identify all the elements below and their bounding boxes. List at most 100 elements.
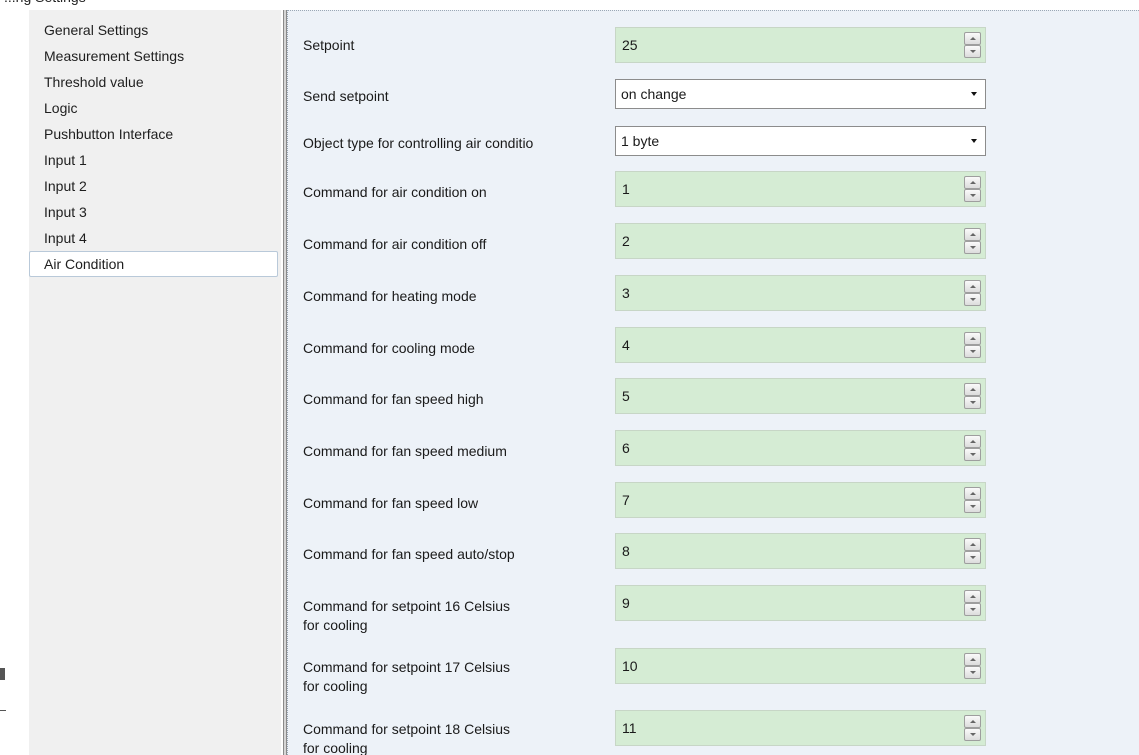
- spin-buttons: [964, 383, 981, 409]
- spin-up-button[interactable]: [964, 280, 981, 293]
- spin-value[interactable]: 4: [622, 328, 630, 362]
- object-type-dropdown[interactable]: 1 byte: [615, 126, 986, 156]
- fan-medium-spinbox[interactable]: 6: [615, 430, 986, 466]
- chevron-down-icon[interactable]: [971, 139, 977, 143]
- heating-mode-spinbox[interactable]: 3: [615, 275, 986, 311]
- param-label: Object type for controlling air conditio: [303, 135, 534, 151]
- arrow-down-icon: [970, 608, 976, 611]
- spin-down-button[interactable]: [964, 728, 981, 741]
- select-value[interactable]: on change: [621, 80, 686, 108]
- arrow-down-icon: [970, 505, 976, 508]
- fan-low-spinbox[interactable]: 7: [615, 482, 986, 518]
- sidebar-item-input-1[interactable]: Input 1: [29, 147, 281, 173]
- spin-down-button[interactable]: [964, 293, 981, 306]
- setpoint-16-spinbox[interactable]: 9: [615, 585, 986, 621]
- sidebar-item-logic[interactable]: Logic: [29, 95, 281, 121]
- spin-buttons: [964, 653, 981, 679]
- chevron-down-icon[interactable]: [971, 92, 977, 96]
- spin-up-button[interactable]: [964, 538, 981, 551]
- param-label: Command for setpoint 18 Celsius for cool…: [303, 720, 510, 755]
- spin-value[interactable]: 11: [622, 711, 637, 745]
- spin-value[interactable]: 9: [622, 586, 630, 620]
- spin-value[interactable]: 3: [622, 276, 630, 310]
- spin-up-button[interactable]: [964, 176, 981, 189]
- spin-down-button[interactable]: [964, 603, 981, 616]
- arrow-up-icon: [970, 658, 976, 661]
- cooling-mode-spinbox[interactable]: 4: [615, 327, 986, 363]
- send-setpoint-dropdown[interactable]: on change: [615, 79, 986, 109]
- spin-value[interactable]: 6: [622, 431, 630, 465]
- setpoint-18-spinbox[interactable]: 11: [615, 710, 986, 746]
- param-label: Command for setpoint 16 Celsius for cool…: [303, 597, 510, 635]
- select-value[interactable]: 1 byte: [621, 127, 659, 155]
- arrow-down-icon: [970, 50, 976, 53]
- spin-down-button[interactable]: [964, 500, 981, 513]
- arrow-up-icon: [970, 181, 976, 184]
- arrow-up-icon: [970, 337, 976, 340]
- spin-down-button[interactable]: [964, 551, 981, 564]
- ac-off-spinbox[interactable]: 2: [615, 223, 986, 259]
- arrow-up-icon: [970, 233, 976, 236]
- param-label: Setpoint: [303, 37, 355, 53]
- spin-down-button[interactable]: [964, 448, 981, 461]
- param-label-line-1: Command for setpoint 17 Celsius: [303, 659, 510, 675]
- spin-up-button[interactable]: [964, 32, 981, 45]
- edge-artifact-block: [0, 668, 5, 680]
- param-label: Command for fan speed medium: [303, 443, 507, 459]
- spin-value[interactable]: 25: [622, 28, 638, 62]
- param-label-line-1: Command for setpoint 16 Celsius: [303, 598, 510, 614]
- spin-up-button[interactable]: [964, 715, 981, 728]
- param-label-line-2: for cooling: [303, 678, 368, 694]
- spin-value[interactable]: 7: [622, 483, 630, 517]
- spin-down-button[interactable]: [964, 345, 981, 358]
- sidebar: General Settings Measurement Settings Th…: [29, 10, 281, 755]
- arrow-down-icon: [970, 453, 976, 456]
- spin-up-button[interactable]: [964, 228, 981, 241]
- spin-buttons: [964, 538, 981, 564]
- spin-down-button[interactable]: [964, 45, 981, 58]
- spin-down-button[interactable]: [964, 396, 981, 409]
- spin-down-button[interactable]: [964, 241, 981, 254]
- spin-up-button[interactable]: [964, 653, 981, 666]
- sidebar-item-measurement-settings[interactable]: Measurement Settings: [29, 43, 281, 69]
- spin-buttons: [964, 280, 981, 306]
- arrow-up-icon: [970, 720, 976, 723]
- top-partial-text: ...ng Settings: [0, 0, 270, 9]
- fan-auto-stop-spinbox[interactable]: 8: [615, 533, 986, 569]
- param-label: Command for cooling mode: [303, 340, 475, 356]
- spin-buttons: [964, 590, 981, 616]
- spin-up-button[interactable]: [964, 383, 981, 396]
- spin-up-button[interactable]: [964, 590, 981, 603]
- sidebar-item-input-2[interactable]: Input 2: [29, 173, 281, 199]
- spin-value[interactable]: 1: [622, 172, 630, 206]
- sidebar-item-air-condition[interactable]: Air Condition: [29, 251, 278, 277]
- sidebar-item-pushbutton-interface[interactable]: Pushbutton Interface: [29, 121, 281, 147]
- spin-value[interactable]: 8: [622, 534, 630, 568]
- spin-value[interactable]: 10: [622, 649, 638, 683]
- edge-artifact-mark: [0, 696, 6, 711]
- spin-value[interactable]: 2: [622, 224, 630, 258]
- spin-value[interactable]: 5: [622, 379, 630, 413]
- spin-down-button[interactable]: [964, 666, 981, 679]
- setpoint-17-spinbox[interactable]: 10: [615, 648, 986, 684]
- spin-down-button[interactable]: [964, 189, 981, 202]
- spin-up-button[interactable]: [964, 332, 981, 345]
- param-label: Command for setpoint 17 Celsius for cool…: [303, 658, 510, 696]
- spin-up-button[interactable]: [964, 435, 981, 448]
- arrow-down-icon: [970, 733, 976, 736]
- sidebar-item-input-4[interactable]: Input 4: [29, 225, 281, 251]
- spin-buttons: [964, 332, 981, 358]
- sidebar-item-input-3[interactable]: Input 3: [29, 199, 281, 225]
- arrow-up-icon: [970, 595, 976, 598]
- param-label-line-1: Command for setpoint 18 Celsius: [303, 721, 510, 737]
- arrow-up-icon: [970, 285, 976, 288]
- ac-on-spinbox[interactable]: 1: [615, 171, 986, 207]
- param-label: Command for fan speed high: [303, 391, 484, 407]
- fan-high-spinbox[interactable]: 5: [615, 378, 986, 414]
- sidebar-item-threshold-value[interactable]: Threshold value: [29, 69, 281, 95]
- sidebar-item-general-settings[interactable]: General Settings: [29, 17, 281, 43]
- spin-buttons: [964, 715, 981, 741]
- spin-up-button[interactable]: [964, 487, 981, 500]
- param-label: Command for fan speed low: [303, 495, 479, 511]
- setpoint-spinbox[interactable]: 25: [615, 27, 986, 63]
